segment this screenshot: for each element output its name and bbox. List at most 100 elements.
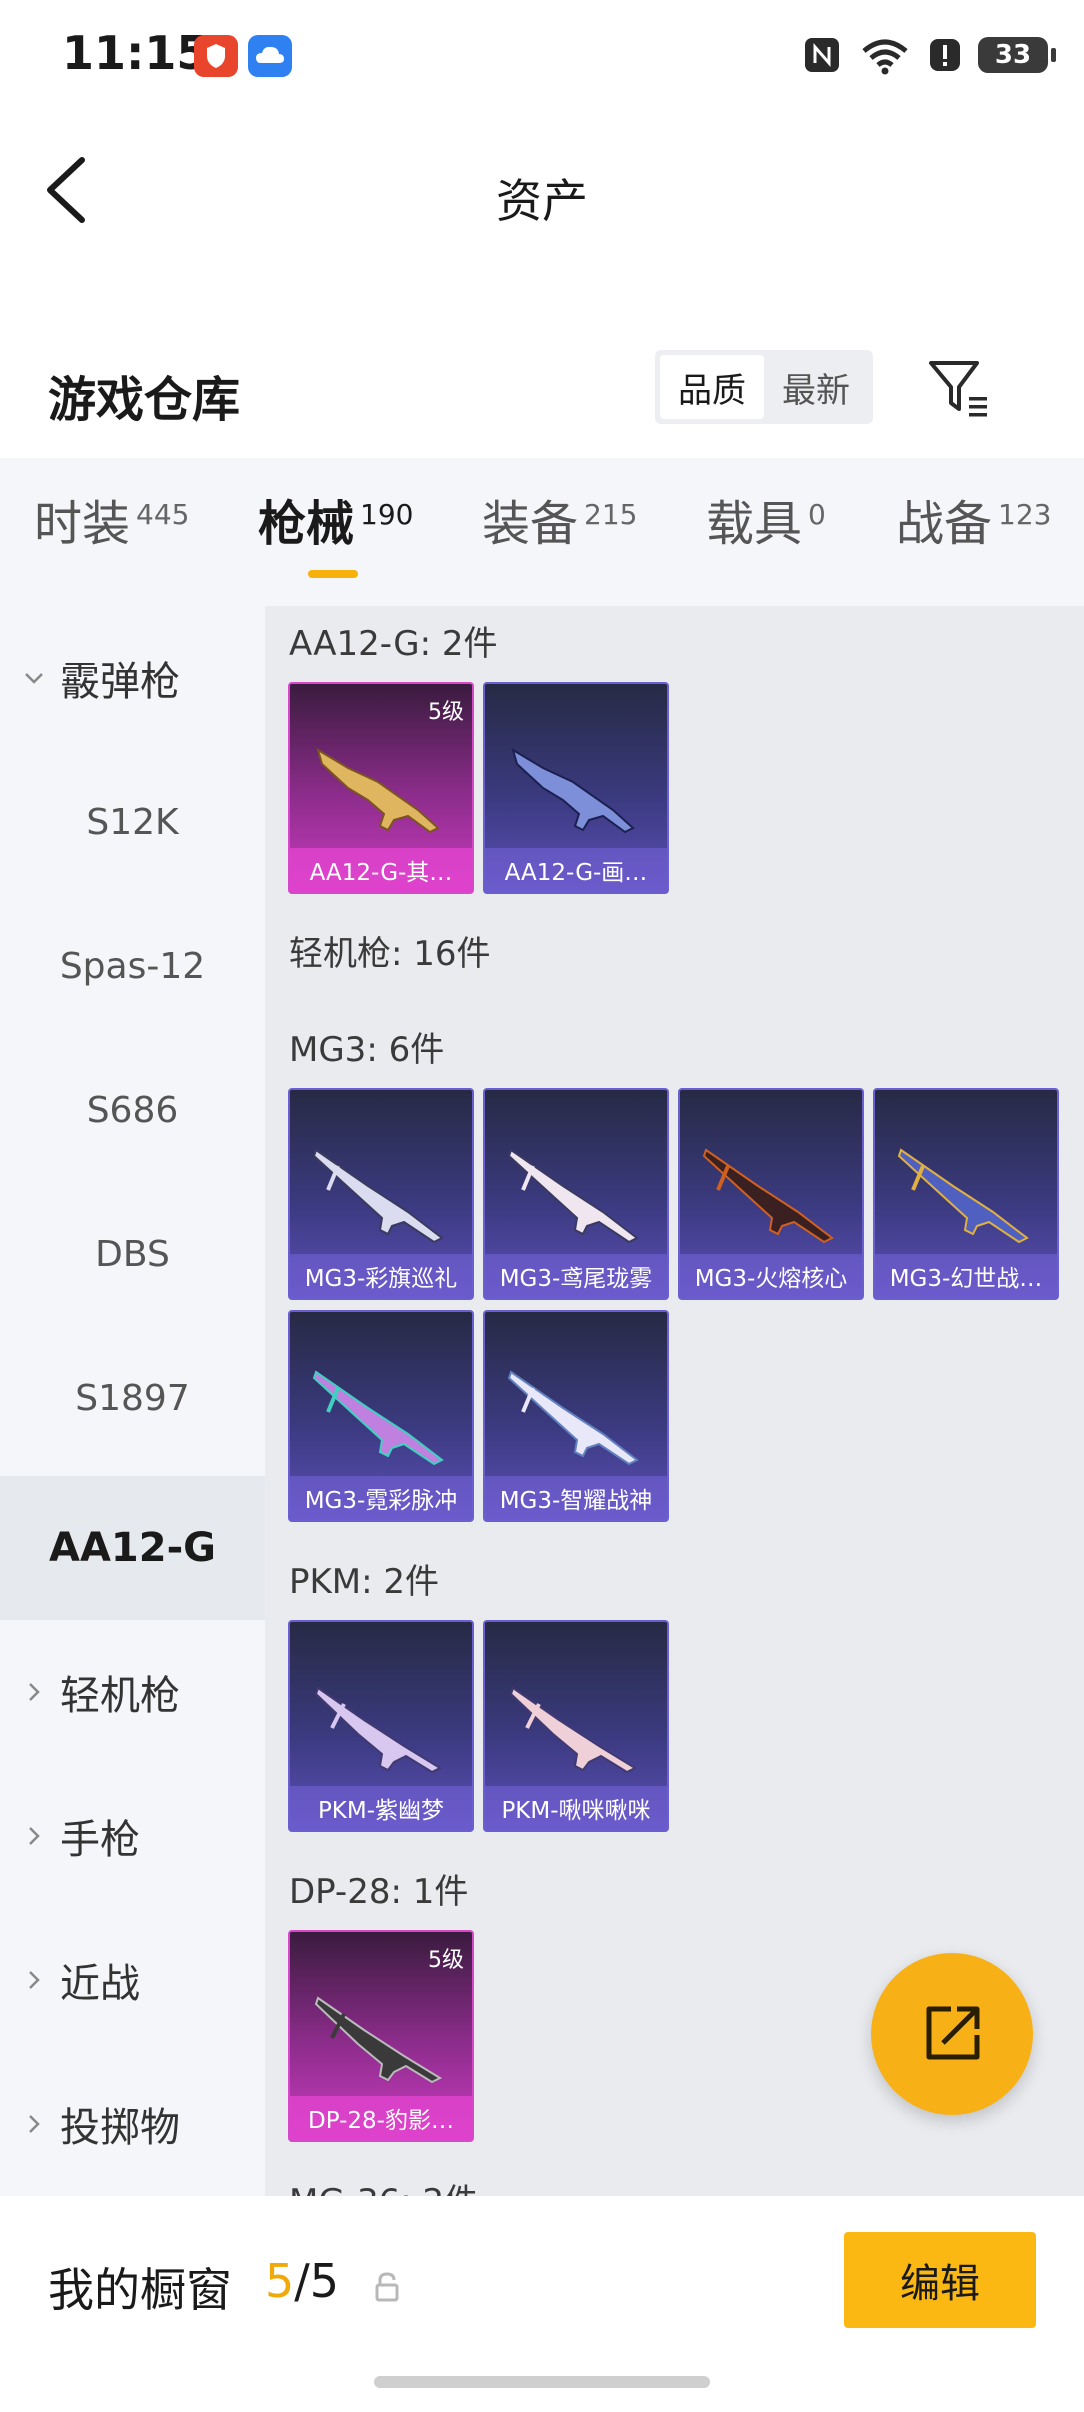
- security-app-icon: [194, 35, 238, 77]
- tab-count: 123: [998, 498, 1052, 531]
- sidebar-item-dbs[interactable]: DBS: [0, 1182, 265, 1326]
- showcase-bar: 我的橱窗 5/5 编辑: [0, 2196, 1084, 2412]
- gun-image: [312, 1148, 444, 1244]
- item-name: MG3-彩旗巡礼: [290, 1254, 472, 1298]
- tab-label: 枪械: [258, 496, 355, 552]
- item-level-badge: 5级: [428, 1948, 464, 1973]
- tab-guns[interactable]: 枪械 190: [258, 498, 413, 551]
- alert-icon: [930, 39, 960, 71]
- item-card[interactable]: MG3-彩旗巡礼: [288, 1088, 474, 1300]
- sidebar-item-melee[interactable]: 近战: [0, 1908, 265, 2052]
- title-bar: 资产: [0, 110, 1084, 280]
- gun-image: [314, 1996, 443, 2084]
- gun-image: [702, 1148, 834, 1244]
- item-card[interactable]: 5级 AA12-G-其…: [288, 682, 474, 894]
- sidebar-item-label: 手枪: [60, 1817, 140, 1863]
- warehouse-title: 游戏仓库: [48, 372, 241, 428]
- sidebar-item-label: 霰弹枪: [60, 659, 180, 705]
- showcase-count: 5/5: [265, 2254, 339, 2308]
- sidebar-item-label: 投掷物: [60, 2105, 180, 2151]
- tab-fashion[interactable]: 时装 445: [34, 498, 189, 551]
- showcase-label: 我的橱窗: [48, 2263, 232, 2317]
- tab-equipment[interactable]: 装备 215: [482, 498, 637, 551]
- gun-image: [507, 1148, 639, 1244]
- item-card[interactable]: MG3-霓彩脉冲: [288, 1310, 474, 1522]
- item-card[interactable]: MG3-智耀战神: [483, 1310, 669, 1522]
- item-card[interactable]: PKM-紫幽梦: [288, 1620, 474, 1832]
- showcase-separator: /: [294, 2254, 310, 2308]
- group-title-mg36: MG-36: 2件: [289, 2174, 478, 2196]
- edit-button[interactable]: 编辑: [844, 2232, 1036, 2328]
- share-button[interactable]: [871, 1953, 1033, 2115]
- item-name: MG3-鸢尾珑雾: [485, 1254, 667, 1298]
- gun-image: [897, 1148, 1029, 1244]
- chevron-right-icon: [29, 2115, 40, 2133]
- status-bar: 11:15 33: [0, 0, 1084, 110]
- item-card[interactable]: PKM-啾咪啾咪: [483, 1620, 669, 1832]
- chevron-right-icon: [29, 1971, 40, 1989]
- gun-image: [511, 747, 635, 834]
- item-name: PKM-紫幽梦: [290, 1786, 472, 1830]
- tab-label: 装备: [482, 496, 579, 552]
- category-tabs: 时装 445 枪械 190 装备 215 载具 0 战备 123: [0, 458, 1084, 606]
- home-indicator[interactable]: [374, 2376, 710, 2388]
- chevron-right-icon: [29, 1683, 40, 1701]
- group-title-pkm: PKM: 2件: [289, 1562, 440, 1602]
- item-card[interactable]: MG3-鸢尾珑雾: [483, 1088, 669, 1300]
- tab-vehicles[interactable]: 载具 0: [706, 498, 826, 551]
- item-card[interactable]: MG3-火熔核心: [678, 1088, 864, 1300]
- showcase-total: 5: [309, 2254, 340, 2308]
- wifi-icon: [862, 39, 908, 75]
- sidebar-item-lmg[interactable]: 轻机枪: [0, 1620, 265, 1764]
- chevron-down-icon: [25, 673, 43, 684]
- page-title: 资产: [496, 174, 588, 228]
- gun-image: [314, 1686, 443, 1774]
- filter-icon: [929, 361, 987, 417]
- sidebar: 霰弹枪 S12K Spas-12 S686 DBS S1897 AA12-G 轻…: [0, 606, 265, 2196]
- item-name: MG3-智耀战神: [485, 1476, 667, 1520]
- filter-button[interactable]: [925, 355, 991, 421]
- sidebar-item-label: 近战: [60, 1961, 140, 2007]
- item-card[interactable]: 5级 DP-28-豹影…: [288, 1930, 474, 2142]
- tab-label: 时装: [34, 496, 131, 552]
- sidebar-item-s12k[interactable]: S12K: [0, 750, 265, 894]
- battery-indicator: 33: [978, 37, 1056, 73]
- tab-gear[interactable]: 战备 123: [896, 498, 1051, 551]
- sidebar-item-shotgun[interactable]: 霰弹枪: [0, 606, 265, 750]
- nfc-icon: [805, 38, 839, 72]
- group-title-lmg: 轻机枪: 16件: [289, 934, 491, 974]
- share-icon: [926, 2006, 980, 2060]
- item-name: MG3-霓彩脉冲: [290, 1476, 472, 1520]
- tab-count: 445: [136, 498, 190, 531]
- sidebar-item-label: 轻机枪: [60, 1673, 180, 1719]
- warehouse-header: 游戏仓库 品质 最新: [0, 330, 1084, 460]
- sidebar-item-aa12g[interactable]: AA12-G: [0, 1476, 265, 1620]
- sidebar-item-throwable[interactable]: 投掷物: [0, 2052, 265, 2196]
- sort-toggle: 品质 最新: [655, 350, 873, 424]
- tab-label: 战备: [896, 496, 993, 552]
- item-name: MG3-幻世战…: [875, 1254, 1057, 1298]
- item-card[interactable]: AA12-G-画…: [483, 682, 669, 894]
- lock-icon: [375, 2272, 399, 2302]
- group-title-dp28: DP-28: 1件: [289, 1872, 469, 1912]
- sort-quality-button[interactable]: 品质: [660, 355, 764, 419]
- tab-count: 190: [360, 498, 414, 531]
- item-name: AA12-G-其…: [290, 848, 472, 892]
- sidebar-item-pistol[interactable]: 手枪: [0, 1764, 265, 1908]
- cloud-app-icon: [248, 35, 292, 77]
- sidebar-item-spas12[interactable]: Spas-12: [0, 894, 265, 1038]
- tab-count: 0: [808, 498, 826, 531]
- gun-image: [507, 1370, 639, 1466]
- tab-count: 215: [584, 498, 638, 531]
- group-title-aa12g: AA12-G: 2件: [289, 624, 498, 664]
- item-card[interactable]: MG3-幻世战…: [873, 1088, 1059, 1300]
- item-name: DP-28-豹影…: [290, 2096, 472, 2140]
- sort-latest-button[interactable]: 最新: [764, 355, 868, 419]
- sidebar-item-s686[interactable]: S686: [0, 1038, 265, 1182]
- item-name: AA12-G-画…: [485, 848, 667, 892]
- item-name: MG3-火熔核心: [680, 1254, 862, 1298]
- sidebar-item-s1897[interactable]: S1897: [0, 1326, 265, 1470]
- status-time: 11:15: [62, 26, 209, 80]
- showcase-current: 5: [265, 2254, 295, 2308]
- gun-image: [312, 1370, 444, 1466]
